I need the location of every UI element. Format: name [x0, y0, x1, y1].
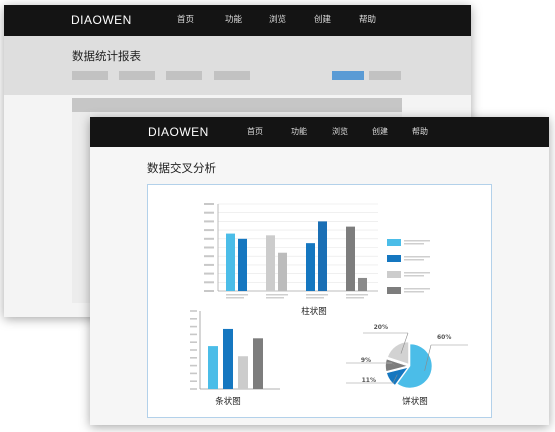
- bar: [253, 338, 263, 389]
- column-chart-tick-label: [204, 220, 214, 223]
- pie-slice-label: 11%: [362, 377, 376, 384]
- foreground-window: DIAOWEN 首页 功能 浏览 创建 帮助 数据交叉分析 柱状图 条状图 60…: [90, 117, 549, 425]
- pie-slice-label: 9%: [361, 357, 371, 364]
- column-chart-category-label: [306, 297, 324, 299]
- bar-chart-tick-label: [190, 310, 197, 312]
- column-chart-tick-label: [204, 237, 214, 240]
- front-menu-home[interactable]: 首页: [247, 117, 263, 147]
- column-bar: [226, 233, 235, 291]
- front-menu-features[interactable]: 功能: [291, 117, 307, 147]
- charts-canvas: 柱状图 条状图 60% 11% 9% 20% 饼状图: [190, 203, 468, 407]
- back-filter-chip[interactable]: [214, 71, 250, 80]
- column-bar: [358, 277, 367, 291]
- back-page-title: 数据统计报表: [72, 49, 141, 63]
- column-chart-tick-label: [204, 281, 214, 284]
- front-navbar: DIAOWEN 首页 功能 浏览 创建 帮助: [90, 117, 549, 147]
- back-menu-create[interactable]: 创建: [314, 5, 331, 36]
- bar: [238, 356, 248, 389]
- column-chart-legend: [387, 239, 430, 294]
- bar-chart-tick-label: [190, 372, 197, 375]
- bar-chart: [208, 328, 263, 389]
- front-logo: DIAOWEN: [148, 125, 209, 139]
- pie-slice-label: 20%: [374, 324, 388, 331]
- back-logo: DIAOWEN: [71, 13, 132, 27]
- legend-label: [404, 275, 424, 277]
- column-bar: [346, 226, 355, 291]
- back-menu-home[interactable]: 首页: [177, 5, 194, 36]
- legend-swatch: [387, 255, 401, 262]
- back-menu-features[interactable]: 功能: [225, 5, 242, 36]
- bar-chart-tick-label: [190, 364, 197, 367]
- bar-chart-tick-label: [190, 318, 197, 320]
- legend-label: [404, 272, 430, 274]
- legend-swatch: [387, 271, 401, 278]
- column-chart-tick-label: [204, 246, 214, 249]
- column-chart-tick-label: [204, 255, 214, 258]
- column-bar: [318, 221, 327, 291]
- legend-swatch: [387, 287, 401, 294]
- legend-label: [404, 288, 430, 290]
- column-chart-tick-label: [204, 290, 214, 292]
- column-chart-category-label: [266, 294, 288, 296]
- column-chart-tick-label: [204, 203, 214, 205]
- legend-swatch: [387, 239, 401, 246]
- bar: [223, 328, 233, 389]
- back-menu-help[interactable]: 帮助: [359, 5, 376, 36]
- column-chart-category-label: [346, 294, 368, 296]
- column-bar: [278, 252, 287, 291]
- column-chart-category-label: [226, 297, 244, 299]
- back-table-header: [72, 98, 402, 112]
- column-chart-category-label: [266, 297, 284, 299]
- column-bar: [266, 235, 275, 291]
- column-bar: [306, 243, 315, 291]
- column-chart-category-label: [306, 294, 328, 296]
- bar-chart-tick-label: [190, 380, 197, 382]
- legend-label: [404, 259, 424, 261]
- back-menu-browse[interactable]: 浏览: [269, 5, 286, 36]
- column-chart-tick-label: [204, 211, 214, 214]
- column-chart-caption: 柱状图: [301, 306, 327, 317]
- bar-chart-grid: [190, 310, 280, 390]
- bar-chart-tick-label: [190, 325, 197, 328]
- front-menu-browse[interactable]: 浏览: [332, 117, 348, 147]
- back-primary-button[interactable]: [332, 71, 364, 80]
- front-menu-create[interactable]: 创建: [372, 117, 388, 147]
- legend-label: [404, 240, 430, 242]
- chart-panel: 柱状图 条状图 60% 11% 9% 20% 饼状图: [147, 184, 492, 418]
- front-menu-help[interactable]: 帮助: [412, 117, 428, 147]
- bar-chart-tick-label: [190, 341, 197, 343]
- pie-chart: [385, 341, 433, 389]
- bar-chart-caption: 条状图: [215, 396, 241, 407]
- column-bar: [238, 238, 247, 291]
- back-filter-chip[interactable]: [166, 71, 202, 80]
- column-chart-tick-label: [204, 263, 214, 266]
- back-filter-chip[interactable]: [72, 71, 108, 80]
- column-chart-category-label: [346, 297, 364, 299]
- legend-label: [404, 291, 424, 293]
- bar-chart-tick-label: [190, 357, 197, 359]
- bar-chart-tick-label: [190, 333, 197, 336]
- column-chart-tick-label: [204, 272, 214, 275]
- pie-chart-caption: 饼状图: [402, 396, 428, 407]
- legend-label: [404, 243, 424, 245]
- column-chart-category-label: [226, 294, 248, 296]
- back-filter-chip[interactable]: [119, 71, 155, 80]
- column-chart-tick-label: [204, 229, 214, 232]
- legend-label: [404, 256, 430, 258]
- bar-chart-tick-label: [190, 388, 197, 390]
- back-secondary-button[interactable]: [369, 71, 401, 80]
- pie-slice-label: 60%: [437, 334, 451, 341]
- front-page-title: 数据交叉分析: [147, 161, 216, 175]
- bar: [208, 346, 218, 389]
- back-header-band: 数据统计报表: [4, 36, 471, 95]
- bar-chart-tick-label: [190, 349, 197, 351]
- column-chart: [226, 221, 368, 299]
- back-navbar: DIAOWEN 首页 功能 浏览 创建 帮助: [4, 5, 471, 36]
